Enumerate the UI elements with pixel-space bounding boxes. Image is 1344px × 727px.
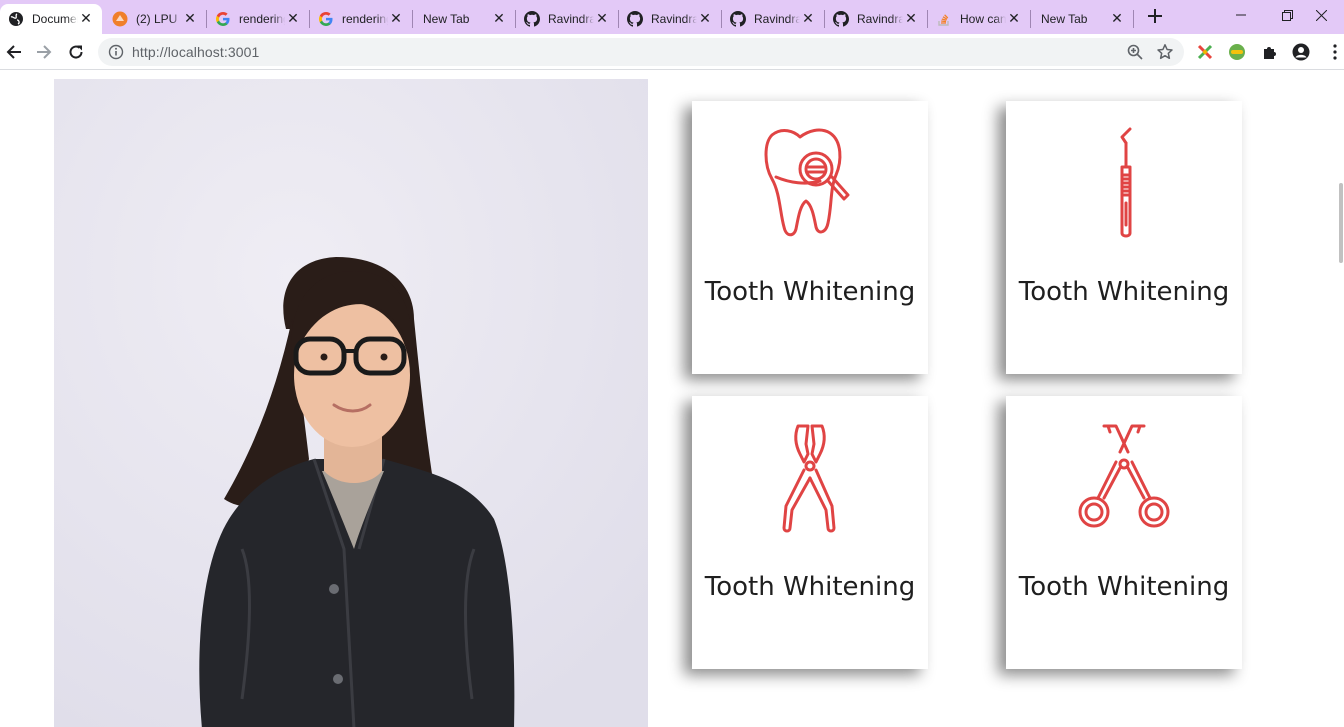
arrow-left-icon — [6, 45, 21, 59]
close-icon[interactable]: ✕ — [903, 11, 919, 27]
close-icon[interactable]: ✕ — [594, 11, 610, 27]
tab-title: Ravindra — [754, 12, 800, 26]
service-title: Tooth Whitening — [1018, 572, 1230, 602]
tab-title: Ravindra — [857, 12, 903, 26]
extensions-puzzle-icon[interactable] — [1261, 43, 1279, 61]
close-icon — [1315, 9, 1327, 21]
globe-icon — [8, 11, 24, 27]
google-icon — [215, 11, 231, 27]
github-icon — [627, 11, 643, 27]
service-card[interactable]: Tooth Whitening — [1006, 101, 1242, 374]
extension-circle-icon[interactable] — [1228, 43, 1246, 61]
tab-title: How can — [960, 12, 1006, 26]
close-icon[interactable]: ✕ — [491, 11, 507, 27]
tab-strip: Document ✕ (2) LPU ✕ rendering ✕ renderi… — [0, 0, 1344, 34]
github-icon — [524, 11, 540, 27]
service-card[interactable]: Tooth Whitening — [692, 396, 928, 669]
tab-new-tab-2[interactable]: New Tab ✕ — [1031, 4, 1133, 34]
close-window-button[interactable] — [1298, 0, 1344, 30]
tab-title: Ravindra — [548, 12, 594, 26]
tab-google-rendering-1[interactable]: rendering ✕ — [207, 4, 309, 34]
close-icon[interactable]: ✕ — [182, 11, 198, 27]
tab-github-3[interactable]: Ravindra ✕ — [722, 4, 824, 34]
woman-portrait-image — [54, 79, 648, 727]
service-title: Tooth Whitening — [1018, 277, 1230, 307]
dental-forceps-icon — [1006, 422, 1242, 534]
tab-github-2[interactable]: Ravindra ✕ — [619, 4, 721, 34]
info-icon[interactable] — [108, 44, 124, 60]
tab-github-1[interactable]: Ravindra ✕ — [516, 4, 618, 34]
close-icon[interactable]: ✕ — [285, 11, 301, 27]
extension-tools-icon[interactable] — [1196, 43, 1214, 61]
close-icon[interactable]: ✕ — [697, 11, 713, 27]
minimize-button[interactable] — [1218, 0, 1264, 30]
tab-title: Document — [32, 12, 78, 26]
menu-kebab-icon[interactable] — [1326, 43, 1344, 61]
tab-title: Ravindra — [651, 12, 697, 26]
tab-title: rendering — [342, 12, 388, 26]
minimize-icon — [1236, 14, 1246, 16]
address-bar[interactable]: http://localhost:3001 — [98, 38, 1184, 66]
tab-document[interactable]: Document ✕ — [0, 4, 102, 34]
close-icon[interactable]: ✕ — [800, 11, 816, 27]
new-tab-button[interactable] — [1144, 5, 1166, 27]
tab-stackoverflow[interactable]: How can ✕ — [928, 4, 1030, 34]
zoom-icon[interactable] — [1126, 43, 1144, 61]
github-icon — [833, 11, 849, 27]
tab-separator — [1133, 10, 1134, 28]
reload-icon — [69, 45, 83, 59]
stackoverflow-icon — [936, 11, 952, 27]
tab-github-4[interactable]: Ravindra ✕ — [825, 4, 927, 34]
bookmark-star-icon[interactable] — [1156, 43, 1174, 61]
arrow-right-icon — [37, 45, 52, 59]
restore-icon — [1281, 9, 1293, 21]
lpu-icon — [112, 11, 128, 27]
dental-probe-icon — [1006, 127, 1242, 239]
close-icon[interactable]: ✕ — [78, 11, 94, 27]
browser-toolbar: http://localhost:3001 — [0, 34, 1344, 70]
google-icon — [318, 11, 334, 27]
service-title: Tooth Whitening — [704, 572, 916, 602]
service-title: Tooth Whitening — [704, 277, 916, 307]
service-card[interactable]: Tooth Whitening — [692, 101, 928, 374]
back-button[interactable] — [0, 38, 28, 66]
tab-title: New Tab — [1041, 12, 1088, 26]
github-icon — [730, 11, 746, 27]
tooth-magnifier-icon — [692, 127, 928, 239]
profile-avatar-icon[interactable] — [1292, 43, 1310, 61]
tab-google-rendering-2[interactable]: rendering ✕ — [310, 4, 412, 34]
tab-new-tab-1[interactable]: New Tab ✕ — [413, 4, 515, 34]
tab-lpu[interactable]: (2) LPU ✕ — [104, 4, 206, 34]
close-icon[interactable]: ✕ — [1006, 11, 1022, 27]
plus-icon — [1148, 9, 1162, 23]
url-text[interactable]: http://localhost:3001 — [132, 44, 259, 60]
close-icon[interactable]: ✕ — [1109, 11, 1125, 27]
page-content: Tooth Whitening Tooth Whitening Tooth Wh — [0, 71, 1344, 727]
hero-photo — [54, 79, 648, 727]
tab-title: New Tab — [423, 12, 470, 26]
scrollbar-thumb[interactable] — [1339, 183, 1343, 263]
service-card[interactable]: Tooth Whitening — [1006, 396, 1242, 669]
page-scrollbar[interactable] — [1338, 71, 1344, 727]
forward-button[interactable] — [30, 38, 58, 66]
reload-button[interactable] — [62, 38, 90, 66]
dental-pliers-icon — [692, 422, 928, 534]
tab-title: rendering — [239, 12, 285, 26]
tab-title: (2) LPU — [136, 12, 178, 26]
close-icon[interactable]: ✕ — [388, 11, 404, 27]
